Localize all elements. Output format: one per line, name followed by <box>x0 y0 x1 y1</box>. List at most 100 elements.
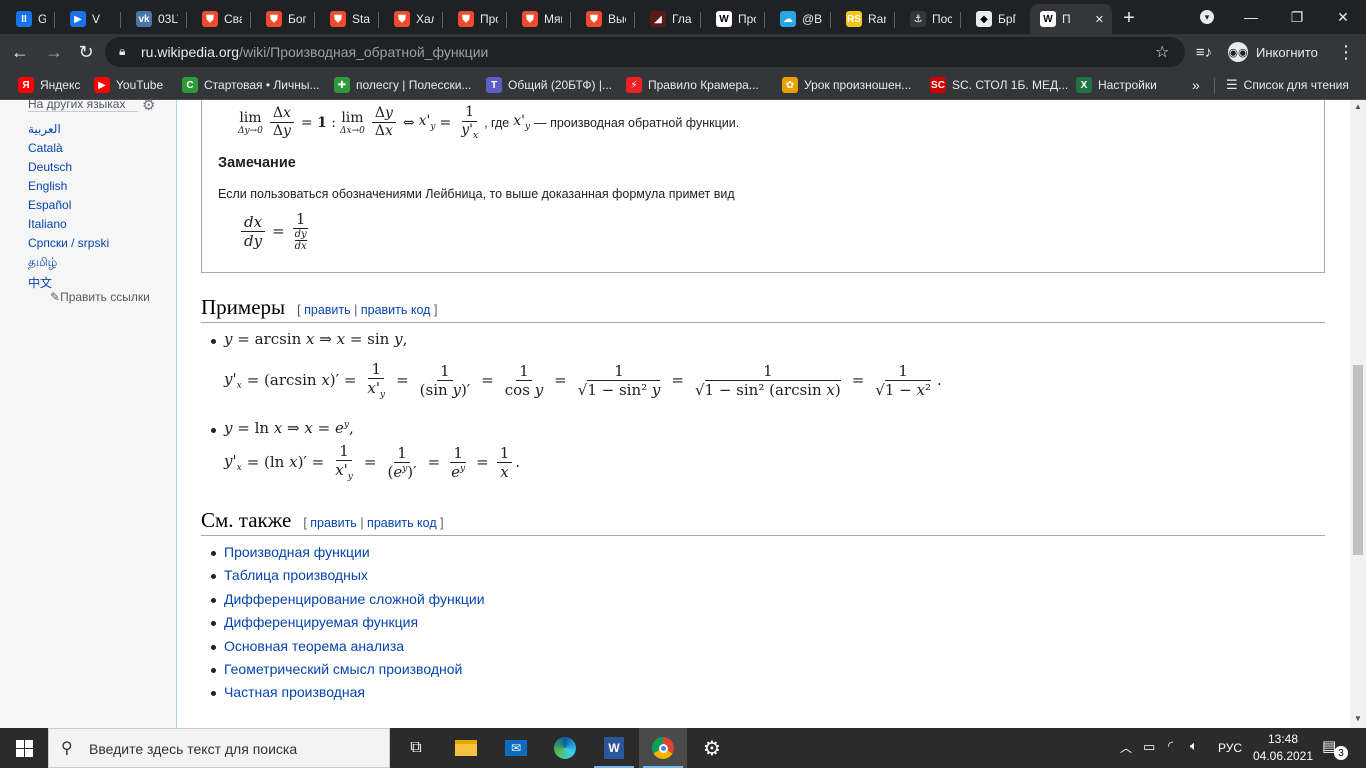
bookmark-item[interactable]: ⚡ Правило Крамера... <box>626 76 759 94</box>
see-also-link[interactable]: Геометрический смысл производной <box>224 661 462 677</box>
language-link[interactable]: Српски / srpski <box>28 236 109 250</box>
scroll-up-arrow[interactable]: ▲ <box>1354 102 1362 111</box>
word-icon[interactable]: W <box>590 728 638 768</box>
scroll-down-arrow[interactable]: ▼ <box>1354 714 1362 723</box>
bullet <box>211 597 216 603</box>
close-tab-icon[interactable]: ✕ <box>1095 13 1104 26</box>
see-also-link[interactable]: Частная производная <box>224 684 365 700</box>
browser-tab[interactable]: RS Ranc <box>836 4 886 34</box>
browser-tab[interactable]: ⛊ Свад <box>192 4 242 34</box>
taskbar-search-box[interactable]: ⚲ Введите здесь текст для поиска <box>48 728 390 768</box>
restore-button[interactable]: ❐ <box>1274 0 1320 34</box>
see-also-link[interactable]: Дифференцируемая функция <box>224 614 418 630</box>
tab-separator <box>570 12 571 28</box>
browser-tab[interactable]: ⛊ Про <box>448 4 498 34</box>
reload-button[interactable]: ↻ <box>72 38 100 66</box>
examples-edit-code-link[interactable]: править код <box>361 303 431 317</box>
chrome-icon[interactable] <box>639 728 687 768</box>
bookmark-item[interactable]: ✚ полесгу | Полесски... <box>334 76 471 94</box>
language-link[interactable]: Deutsch <box>28 160 72 174</box>
see-also-link[interactable]: Дифференцирование сложной функции <box>224 591 485 607</box>
bookmark-star-icon[interactable]: ☆ <box>1155 42 1169 62</box>
browser-tab[interactable]: W Про <box>706 4 756 34</box>
browser-tab[interactable]: ⛊ Stap <box>320 4 370 34</box>
settings-icon[interactable]: ⚙ <box>688 728 736 768</box>
tab-separator <box>894 12 895 28</box>
language-settings-icon[interactable]: ⚙ <box>142 100 155 114</box>
language-link[interactable]: English <box>28 179 67 193</box>
browser-tab[interactable]: W П ✕ <box>1030 4 1112 34</box>
language-link[interactable]: العربية <box>28 122 61 136</box>
tab-favicon-icon: ◢ <box>650 11 666 27</box>
menu-icon[interactable]: ⋮ <box>1332 38 1360 66</box>
incognito-icon: ◉◉ <box>1228 42 1248 62</box>
mail-icon[interactable]: ✉ <box>492 728 540 768</box>
tab-title: Глав <box>672 12 692 26</box>
language-link[interactable]: 中文 <box>28 274 52 291</box>
bookmark-item[interactable]: Я Яндекс <box>18 76 80 94</box>
page-scrollbar[interactable]: ▲ ▼ <box>1350 100 1366 728</box>
minimize-button[interactable]: — <box>1228 0 1274 34</box>
scrollbar-thumb[interactable] <box>1353 365 1363 555</box>
see-also-link[interactable]: Таблица производных <box>224 567 368 583</box>
proof-suffix: , где <box>484 115 510 130</box>
see-also-link[interactable]: Производная функции <box>224 544 370 560</box>
forward-button[interactable]: → <box>40 38 68 66</box>
task-view-icon[interactable]: ⧉ <box>392 728 440 768</box>
volume-icon[interactable]: 🔈︎ <box>1190 738 1198 754</box>
examples-edit-link[interactable]: править <box>304 303 351 317</box>
browser-tab[interactable]: ▶ V <box>60 4 112 34</box>
bookmarks-overflow-button[interactable]: » <box>1192 76 1200 94</box>
start-button[interactable] <box>0 728 48 768</box>
browser-tab[interactable]: vk 03LV <box>126 4 178 34</box>
tab-title: Про <box>738 12 756 26</box>
media-control-icon[interactable]: ≡♪ <box>1190 38 1218 66</box>
browser-tab[interactable]: ⚓ Пост <box>900 4 952 34</box>
incognito-badge[interactable]: ◉◉ Инкогнито <box>1224 39 1328 65</box>
browser-tab[interactable]: ⛊ Хала <box>384 4 434 34</box>
language-link[interactable]: தமிழ் <box>28 255 57 271</box>
wifi-icon[interactable]: ◜ <box>1168 738 1173 754</box>
address-bar[interactable]: 🔒︎ ru.wikipedia.org/wiki/Производная_обр… <box>105 37 1185 67</box>
browser-tab[interactable]: II Glam <box>6 4 46 34</box>
browser-tab[interactable]: ◢ Глав <box>640 4 692 34</box>
back-button[interactable]: ← <box>6 38 34 66</box>
bookmark-item[interactable]: X Настройки <box>1076 76 1157 94</box>
language-link[interactable]: Italiano <box>28 217 67 231</box>
see-also-link[interactable]: Основная теорема анализа <box>224 638 404 654</box>
reading-list-button[interactable]: ☰ Список для чтения <box>1226 76 1349 94</box>
close-window-button[interactable]: ✕ <box>1320 0 1366 34</box>
bullet <box>211 551 216 556</box>
bookmark-favicon-icon: ⚡ <box>626 77 642 93</box>
examples-heading-text: Примеры <box>201 295 286 319</box>
bookmark-item[interactable]: SC SC. СТОЛ 1Б. МЕД... <box>930 76 1068 94</box>
new-tab-button[interactable]: + <box>1116 6 1142 30</box>
bookmark-label: полесгу | Полесски... <box>356 78 472 92</box>
clock[interactable]: 13:48 04.06.2021 <box>1252 731 1314 765</box>
bookmark-item[interactable]: T Общий (20БТФ) |... <box>486 76 612 94</box>
browser-tab[interactable]: ☁ @Вп <box>770 4 822 34</box>
input-language[interactable]: РУС <box>1218 741 1242 755</box>
bookmark-favicon-icon: ✚ <box>334 77 350 93</box>
browser-tab[interactable]: ⛊ Высс <box>576 4 626 34</box>
language-link[interactable]: Español <box>28 198 71 212</box>
browser-tab[interactable]: ◆ БрГУ <box>966 4 1016 34</box>
bookmark-item[interactable]: C Стартовая • Личны... <box>182 76 320 94</box>
language-link[interactable]: Català <box>28 141 63 155</box>
tab-search-icon[interactable]: ▾ <box>1196 8 1218 26</box>
browser-tab[interactable]: ⛊ Боге <box>256 4 306 34</box>
bookmark-item[interactable]: ✿ Урок произношен... <box>782 76 911 94</box>
see-also-edit-code-link[interactable]: править код <box>367 516 437 530</box>
notifications-button[interactable]: ▤ 3 <box>1322 737 1348 760</box>
show-hidden-icons[interactable]: ︿ <box>1120 739 1132 756</box>
reading-list-label: Список для чтения <box>1243 78 1349 92</box>
file-explorer-icon[interactable] <box>442 728 490 768</box>
see-also-edit-link[interactable]: править <box>310 516 357 530</box>
bullet <box>211 644 216 650</box>
edge-icon[interactable] <box>541 728 589 768</box>
battery-icon[interactable]: ▭ <box>1143 739 1155 755</box>
bookmark-label: Урок произношен... <box>804 78 912 92</box>
browser-tab[interactable]: ⛊ Мяг <box>512 4 562 34</box>
bookmark-item[interactable]: ▶ YouTube <box>94 76 163 94</box>
edit-links-button[interactable]: ✎Править ссылки <box>50 290 150 304</box>
